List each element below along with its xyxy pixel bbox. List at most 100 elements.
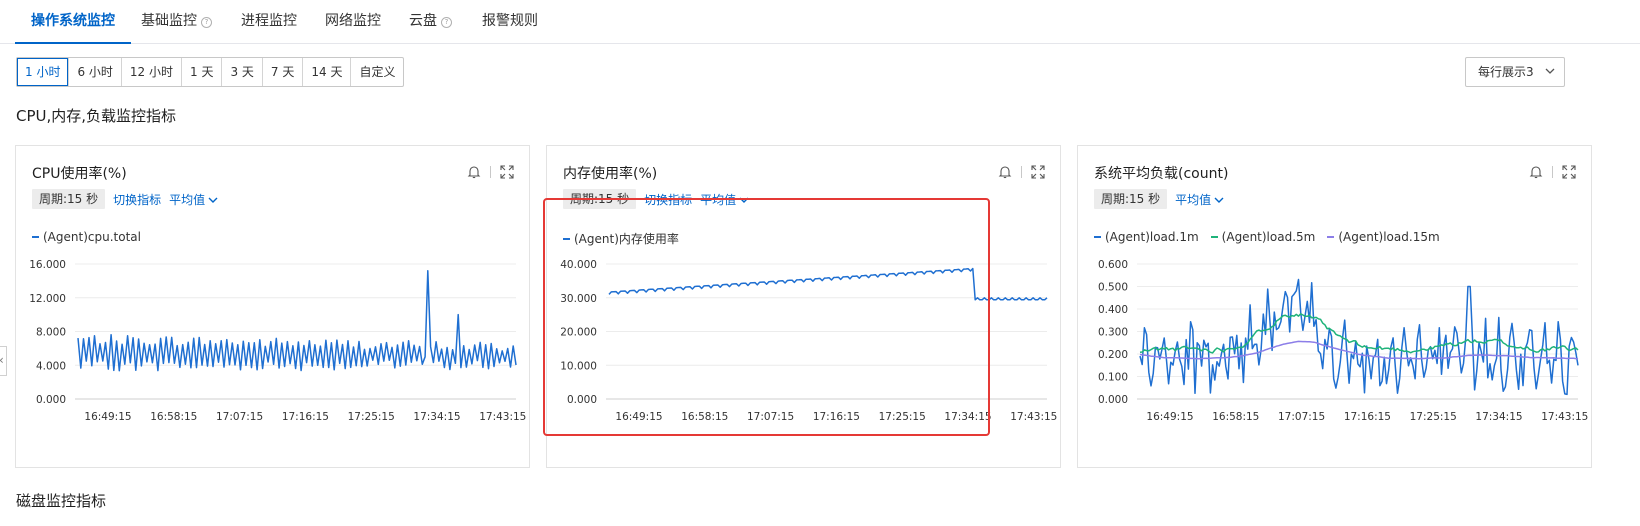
- legend-label: (Agent)cpu.total: [43, 230, 141, 244]
- y-tick-label: 30.000: [560, 293, 597, 305]
- aggregation-dropdown[interactable]: 平均值: [700, 191, 749, 208]
- x-tick-label: 16:58:15: [150, 411, 197, 423]
- tab-label: 基础监控: [141, 13, 197, 29]
- tab-label: 云盘: [409, 13, 437, 29]
- chart-title: 内存使用率(%): [563, 166, 658, 182]
- legend-item[interactable]: (Agent)内存使用率: [563, 230, 679, 247]
- chevron-down-icon: [1544, 58, 1556, 96]
- x-tick-label: 17:07:15: [1278, 411, 1325, 423]
- period-badge: 周期:15 秒: [1094, 189, 1168, 209]
- legend-swatch: [1210, 236, 1218, 238]
- y-tick-label: 12.000: [29, 293, 66, 305]
- time-range-option[interactable]: 14 天: [302, 58, 350, 86]
- series-line: [77, 270, 517, 372]
- tab-3[interactable]: 网络监控: [325, 0, 381, 43]
- time-range-option[interactable]: 6 小时: [68, 58, 120, 86]
- legend-swatch: [1094, 236, 1101, 238]
- legend-item[interactable]: (Agent)cpu.total: [32, 230, 141, 244]
- time-range-option[interactable]: 自定义: [350, 58, 403, 86]
- chart-legend: (Agent)load.1m (Agent)load.5m (Agent)load.…: [1094, 230, 1452, 244]
- time-range-selector: 1 小时 6 小时 12 小时 1 天3 天7 天 14 天自定义: [16, 57, 405, 87]
- period-badge: 周期:15 秒: [563, 189, 637, 209]
- bell-icon[interactable]: [1528, 164, 1544, 180]
- y-tick-label: 0.100: [1098, 372, 1128, 384]
- series-line: [608, 267, 1048, 301]
- y-tick-label: 0.400: [1098, 304, 1128, 316]
- legend-item[interactable]: (Agent)load.5m: [1210, 230, 1316, 244]
- switch-metric-link[interactable]: 切换指标: [113, 191, 161, 208]
- time-range-option[interactable]: 7 天: [261, 58, 302, 86]
- monitor-tabs: 操作系统监控 基础监控? 进程监控 网络监控 云盘? 报警规则: [0, 0, 1640, 44]
- chart-title: CPU使用率(%): [32, 166, 127, 182]
- help-icon[interactable]: ?: [441, 17, 452, 28]
- x-tick-label: 17:25:15: [1410, 411, 1457, 423]
- switch-metric-link[interactable]: 切换指标: [644, 191, 692, 208]
- chart-actions: [997, 164, 1046, 180]
- link-label: 切换指标: [113, 192, 162, 207]
- tab-label: 进程监控: [241, 13, 297, 29]
- chart-card-load: 系统平均负载(count) 周期:15 秒平均值 (Agent)load.1m (Ag…: [1077, 145, 1592, 468]
- series-line: [1139, 278, 1579, 396]
- fullscreen-icon[interactable]: [1030, 164, 1046, 180]
- x-tick-label: 17:43:15: [1010, 411, 1057, 423]
- y-tick-label: 4.000: [36, 360, 66, 372]
- aggregation-dropdown[interactable]: 平均值: [169, 191, 218, 208]
- period-badge: 周期:15 秒: [32, 189, 106, 209]
- x-tick-label: 17:34:15: [413, 411, 460, 423]
- bell-icon[interactable]: [997, 164, 1013, 180]
- x-tick-label: 17:34:15: [1475, 411, 1522, 423]
- legend-item[interactable]: (Agent)load.1m: [1094, 230, 1199, 244]
- legend-item[interactable]: (Agent)load.15m: [1327, 230, 1440, 244]
- x-tick-label: 16:58:15: [1212, 411, 1259, 423]
- y-tick-label: 10.000: [560, 360, 597, 372]
- link-label: 切换指标: [644, 192, 693, 207]
- y-tick-label: 16.000: [29, 259, 66, 271]
- time-range-option[interactable]: 1 天: [181, 58, 221, 86]
- time-range-option[interactable]: 1 小时: [17, 58, 69, 86]
- x-tick-label: 17:07:15: [216, 411, 263, 423]
- x-tick-label: 16:49:15: [615, 411, 662, 423]
- y-tick-label: 0.200: [1098, 349, 1128, 361]
- y-tick-label: 20.000: [560, 327, 597, 339]
- time-range-option[interactable]: 3 天: [221, 58, 261, 86]
- x-tick-label: 17:16:15: [282, 411, 329, 423]
- section-title: CPU,内存,负载监控指标: [16, 107, 177, 125]
- collapse-handle[interactable]: [0, 346, 7, 376]
- tab-4[interactable]: 云盘?: [409, 0, 452, 43]
- chart-legend: (Agent)内存使用率: [563, 230, 691, 247]
- chevron-down-icon: [208, 196, 218, 207]
- link-label: 平均值: [169, 192, 206, 207]
- legend-label: (Agent)load.5m: [1221, 230, 1316, 244]
- fullscreen-icon[interactable]: [499, 164, 515, 180]
- divider: [490, 166, 491, 178]
- x-tick-label: 17:07:15: [747, 411, 794, 423]
- tab-2[interactable]: 进程监控: [241, 0, 297, 43]
- legend-label: (Agent)load.1m: [1105, 230, 1199, 244]
- tab-5[interactable]: 报警规则: [482, 0, 538, 43]
- chart-controls: 周期:15 秒切换指标 平均值: [32, 189, 218, 209]
- link-label: 平均值: [1175, 192, 1212, 207]
- chart-legend: (Agent)cpu.total: [32, 230, 153, 244]
- chart-controls: 周期:15 秒切换指标 平均值: [563, 189, 749, 209]
- chart-plot: 0.000 0.100 0.200 0.300 0.400 0.500 0.600 16:49…: [1098, 259, 1588, 423]
- chart-actions: [1528, 164, 1577, 180]
- aggregation-dropdown[interactable]: 平均值: [1175, 191, 1224, 208]
- tab-label: 报警规则: [482, 13, 538, 29]
- chart-actions: [466, 164, 515, 180]
- x-tick-label: 17:16:15: [1344, 411, 1391, 423]
- fullscreen-icon[interactable]: [1561, 164, 1577, 180]
- x-tick-label: 17:25:15: [879, 411, 926, 423]
- divider: [1021, 166, 1022, 178]
- y-tick-label: 0.000: [36, 394, 66, 406]
- y-tick-label: 0.000: [1098, 394, 1128, 406]
- tab-0[interactable]: 操作系统监控: [15, 0, 131, 44]
- y-tick-label: 0.500: [1098, 282, 1128, 294]
- tab-label: 操作系统监控: [31, 13, 115, 29]
- per-row-select[interactable]: 每行展示3: [1465, 57, 1565, 87]
- x-tick-label: 17:43:15: [1541, 411, 1588, 423]
- bell-icon[interactable]: [466, 164, 482, 180]
- chart-title: 系统平均负载(count): [1094, 166, 1229, 182]
- time-range-option[interactable]: 12 小时: [120, 58, 181, 86]
- tab-1[interactable]: 基础监控?: [141, 0, 212, 43]
- help-icon[interactable]: ?: [201, 17, 212, 28]
